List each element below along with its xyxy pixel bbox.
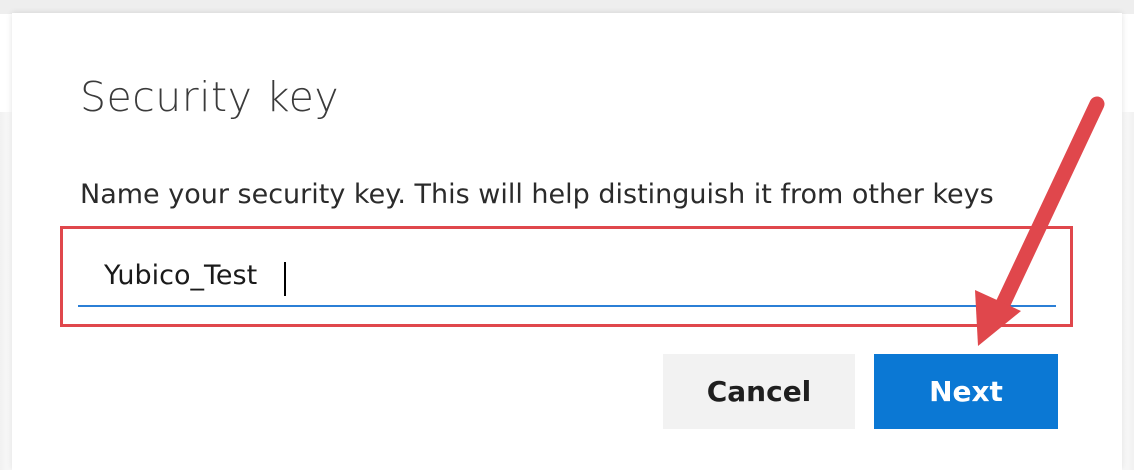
security-key-name-input[interactable] — [78, 245, 1056, 307]
text-caret — [284, 262, 286, 296]
screenshot-stage: Security key Name your security key. Thi… — [0, 0, 1134, 470]
instruction-text: Name your security key. This will help d… — [80, 179, 994, 210]
background-left-band — [0, 112, 12, 470]
background-top-edge — [0, 0, 1134, 14]
cancel-button[interactable]: Cancel — [663, 354, 855, 429]
security-key-dialog: Security key Name your security key. Thi… — [12, 13, 1122, 470]
next-button[interactable]: Next — [874, 354, 1058, 429]
background-right-band — [1122, 112, 1134, 470]
dialog-title: Security key — [80, 73, 340, 121]
